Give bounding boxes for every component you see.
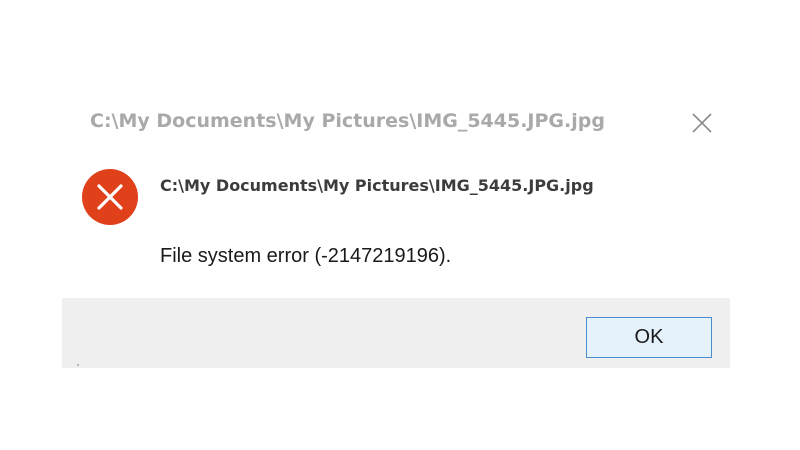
resize-grip-dot [77, 364, 79, 366]
error-message: File system error (-2147219196). [160, 245, 452, 267]
ok-button[interactable]: OK [586, 317, 712, 358]
dialog-heading: C:\My Documents\My Pictures\IMG_5445.JPG… [160, 176, 594, 195]
dialog-body: C:\My Documents\My Pictures\IMG_5445.JPG… [62, 152, 730, 298]
title-bar[interactable]: C:\My Documents\My Pictures\IMG_5445.JPG… [62, 92, 730, 152]
window-title: C:\My Documents\My Pictures\IMG_5445.JPG… [90, 110, 605, 132]
close-button[interactable] [684, 106, 720, 140]
error-icon [82, 169, 138, 225]
dialog-footer: OK [62, 298, 730, 368]
error-dialog: C:\My Documents\My Pictures\IMG_5445.JPG… [62, 92, 730, 368]
close-icon [692, 113, 712, 133]
